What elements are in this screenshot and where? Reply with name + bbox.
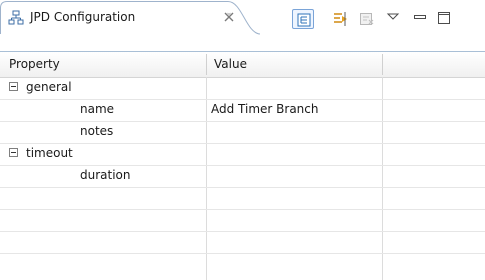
minimize-icon bbox=[414, 15, 426, 19]
table-row-category[interactable]: general bbox=[0, 77, 485, 99]
grid-line bbox=[0, 253, 485, 254]
tree-icon bbox=[297, 13, 311, 27]
collapse-icon[interactable] bbox=[9, 82, 18, 91]
view-tab-bar: JPD Configuration bbox=[0, 0, 485, 35]
grid-line bbox=[0, 187, 485, 188]
chevron-down-icon bbox=[386, 13, 400, 20]
property-name: duration bbox=[80, 168, 131, 182]
table-header: Property Value bbox=[0, 52, 485, 78]
filter-icon bbox=[334, 12, 347, 26]
show-categories-button[interactable] bbox=[292, 9, 314, 29]
property-name: timeout bbox=[26, 146, 73, 160]
table-row-category[interactable]: timeout bbox=[0, 143, 485, 165]
column-divider[interactable] bbox=[382, 54, 383, 75]
column-divider[interactable] bbox=[206, 54, 207, 75]
view-menu-button[interactable] bbox=[383, 9, 405, 29]
table-row[interactable]: duration bbox=[0, 165, 485, 187]
table-row[interactable]: notes bbox=[0, 121, 485, 143]
column-header-value[interactable]: Value bbox=[214, 57, 247, 71]
hierarchy-icon bbox=[8, 10, 24, 26]
maximize-button[interactable] bbox=[434, 9, 456, 29]
maximize-icon bbox=[438, 12, 450, 24]
filter-advanced-button[interactable] bbox=[330, 9, 352, 29]
grid-line bbox=[0, 209, 485, 210]
column-header-property[interactable]: Property bbox=[9, 57, 60, 71]
tab-title: JPD Configuration bbox=[30, 10, 136, 24]
restore-default-button[interactable] bbox=[356, 9, 378, 29]
grid-line bbox=[0, 231, 485, 232]
restore-icon bbox=[360, 13, 374, 25]
table-row[interactable]: name Add Timer Branch bbox=[0, 99, 485, 121]
properties-table: Property Value general name Add Timer Br… bbox=[0, 51, 485, 280]
collapse-icon[interactable] bbox=[9, 148, 18, 157]
property-name: notes bbox=[80, 124, 114, 138]
property-name: name bbox=[80, 102, 115, 116]
close-icon[interactable] bbox=[223, 11, 235, 23]
property-name: general bbox=[26, 80, 72, 94]
minimize-button[interactable] bbox=[410, 9, 432, 29]
tab-jpd-configuration[interactable]: JPD Configuration bbox=[0, 0, 261, 35]
property-value[interactable]: Add Timer Branch bbox=[211, 102, 319, 116]
